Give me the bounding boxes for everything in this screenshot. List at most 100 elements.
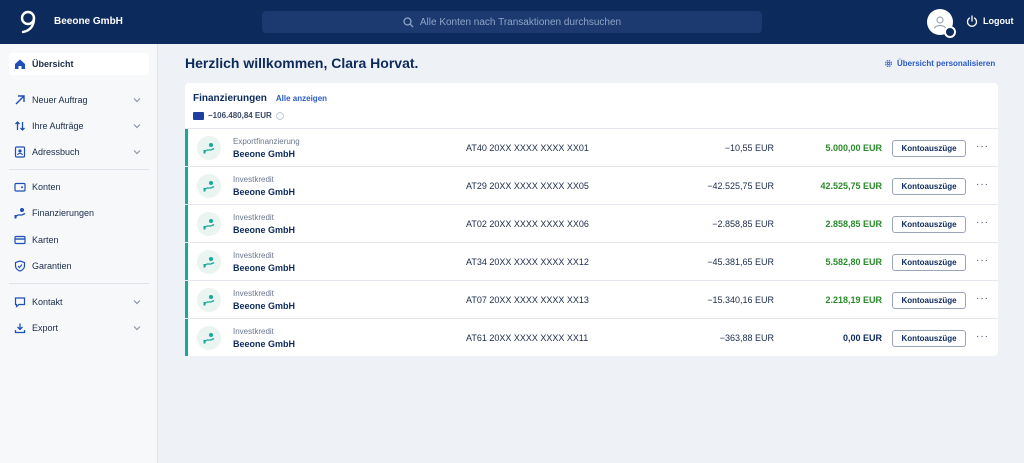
financing-total: −106.480,84 EUR [193, 111, 284, 120]
sidebar-item-contact[interactable]: Kontakt [9, 291, 149, 313]
row-icon-circle [197, 250, 221, 274]
statements-button[interactable]: Kontoauszüge [892, 254, 966, 271]
chevron-down-icon [133, 300, 141, 305]
row-accent-bar [185, 281, 188, 318]
sidebar-item-label: Ihre Aufträge [32, 121, 84, 131]
sidebar-item-label: Übersicht [32, 59, 74, 69]
row-icon-circle [197, 288, 221, 312]
more-options-icon[interactable]: ··· [976, 331, 989, 342]
account-iban: AT34 20XX XXXX XXXX XX12 [466, 257, 589, 267]
info-icon[interactable] [275, 111, 284, 120]
statements-button[interactable]: Kontoauszüge [892, 140, 966, 157]
statements-button[interactable]: Kontoauszüge [892, 178, 966, 195]
row-accent-bar [185, 243, 188, 280]
available-amount: 5.582,80 EUR [825, 257, 882, 267]
search-input[interactable]: Alle Konten nach Transaktionen durchsuch… [420, 17, 621, 28]
account-holder[interactable]: Beeone GmbH [233, 263, 295, 273]
chevron-down-icon [133, 150, 141, 155]
account-balance: −363,88 EUR [719, 333, 774, 343]
sidebar-item-label: Konten [32, 182, 61, 192]
row-icon-circle [197, 212, 221, 236]
card-icon [14, 235, 26, 245]
financing-type: Investkredit [233, 327, 274, 336]
available-amount: 0,00 EUR [842, 333, 882, 343]
sidebar-item-accounts[interactable]: Konten [9, 176, 149, 198]
logout-button[interactable]: Logout [966, 15, 1014, 27]
table-row[interactable]: Investkredit Beeone GmbH AT34 20XX XXXX XX… [185, 242, 998, 280]
search-icon [403, 16, 414, 27]
row-icon-circle [197, 174, 221, 198]
account-balance: −15.340,16 EUR [707, 295, 774, 305]
more-options-icon[interactable]: ··· [976, 217, 989, 228]
sidebar-item-overview[interactable]: Übersicht [9, 53, 149, 75]
account-iban: AT40 20XX XXXX XXXX XX01 [466, 143, 589, 153]
available-amount: 2.858,85 EUR [825, 219, 882, 229]
account-holder[interactable]: Beeone GmbH [233, 301, 295, 311]
financing-hand-icon [203, 257, 215, 268]
financing-type: Investkredit [233, 251, 274, 260]
address-book-icon [14, 146, 26, 158]
gear-icon [885, 60, 892, 67]
sidebar-item-export[interactable]: Export [9, 317, 149, 339]
table-row[interactable]: Investkredit Beeone GmbH AT61 20XX XXXX XX… [185, 318, 998, 356]
row-icon-circle [197, 326, 221, 350]
top-header: Beeone GmbH Alle Konten nach Transaktion… [0, 0, 1024, 44]
financing-hand-icon [203, 333, 215, 344]
more-options-icon[interactable]: ··· [976, 293, 989, 304]
sidebar-item-financing[interactable]: Finanzierungen [9, 202, 149, 224]
account-holder[interactable]: Beeone GmbH [233, 339, 295, 349]
download-icon [14, 323, 26, 334]
sidebar-item-label: Garantien [32, 261, 72, 271]
sidebar-item-label: Neuer Auftrag [32, 95, 88, 105]
sidebar-item-cards[interactable]: Karten [9, 229, 149, 251]
account-iban: AT07 20XX XXXX XXXX XX13 [466, 295, 589, 305]
chevron-down-icon [133, 98, 141, 103]
avatar[interactable] [927, 9, 956, 38]
statements-button[interactable]: Kontoauszüge [892, 216, 966, 233]
financing-type: Investkredit [233, 175, 274, 184]
page-title: Herzlich willkommen, Clara Horvat. [185, 55, 419, 71]
more-options-icon[interactable]: ··· [976, 141, 989, 152]
sidebar-divider [9, 169, 149, 170]
sidebar-item-label: Adressbuch [32, 147, 80, 157]
row-icon-circle [197, 136, 221, 160]
personalize-label: Übersicht personalisieren [897, 59, 996, 68]
statements-button[interactable]: Kontoauszüge [892, 330, 966, 347]
account-balance: −45.381,65 EUR [707, 257, 774, 267]
personalize-overview-link[interactable]: Übersicht personalisieren [884, 59, 995, 68]
available-amount: 42.525,75 EUR [820, 181, 882, 191]
more-options-icon[interactable]: ··· [976, 255, 989, 266]
table-row[interactable]: Investkredit Beeone GmbH AT29 20XX XXXX XX… [185, 166, 998, 204]
more-options-icon[interactable]: ··· [976, 179, 989, 190]
sidebar-item-guarantees[interactable]: Garantien [9, 255, 149, 277]
settings-badge-icon[interactable] [944, 26, 956, 38]
show-all-link[interactable]: Alle anzeigen [276, 94, 327, 103]
table-row[interactable]: Investkredit Beeone GmbH AT02 20XX XXXX XX… [185, 204, 998, 242]
available-amount: 5.000,00 EUR [825, 143, 882, 153]
power-icon [966, 15, 978, 27]
financing-hand-icon [203, 143, 215, 154]
company-name: Beeone GmbH [54, 16, 123, 27]
table-row[interactable]: Exportfinanzierung Beeone GmbH AT40 20XX X… [185, 128, 998, 166]
financing-type: Investkredit [233, 213, 274, 222]
account-balance: −42.525,75 EUR [707, 181, 774, 191]
account-iban: AT02 20XX XXXX XXXX XX06 [466, 219, 589, 229]
sidebar-item-address-book[interactable]: Adressbuch [9, 141, 149, 163]
sidebar-item-label: Export [32, 323, 59, 333]
account-holder[interactable]: Beeone GmbH [233, 225, 295, 235]
table-row[interactable]: Investkredit Beeone GmbH AT07 20XX XXXX XX… [185, 280, 998, 318]
total-amount: −106.480,84 EUR [208, 111, 272, 120]
financing-type: Exportfinanzierung [233, 137, 300, 146]
search-bar[interactable]: Alle Konten nach Transaktionen durchsuch… [262, 11, 762, 33]
statements-button[interactable]: Kontoauszüge [892, 292, 966, 309]
account-iban: AT61 20XX XXXX XXXX XX11 [466, 333, 589, 343]
sidebar-item-label: Karten [32, 235, 59, 245]
sidebar-item-new-order[interactable]: Neuer Auftrag [9, 89, 149, 111]
account-balance: −10,55 EUR [724, 143, 774, 153]
financing-card: Finanzierungen Alle anzeigen −106.480,84… [185, 83, 998, 356]
sidebar-item-your-orders[interactable]: Ihre Aufträge [9, 115, 149, 137]
bank-logo-icon[interactable] [18, 9, 38, 35]
financing-hand-icon [203, 181, 215, 192]
account-holder[interactable]: Beeone GmbH [233, 187, 295, 197]
account-holder[interactable]: Beeone GmbH [233, 149, 295, 159]
